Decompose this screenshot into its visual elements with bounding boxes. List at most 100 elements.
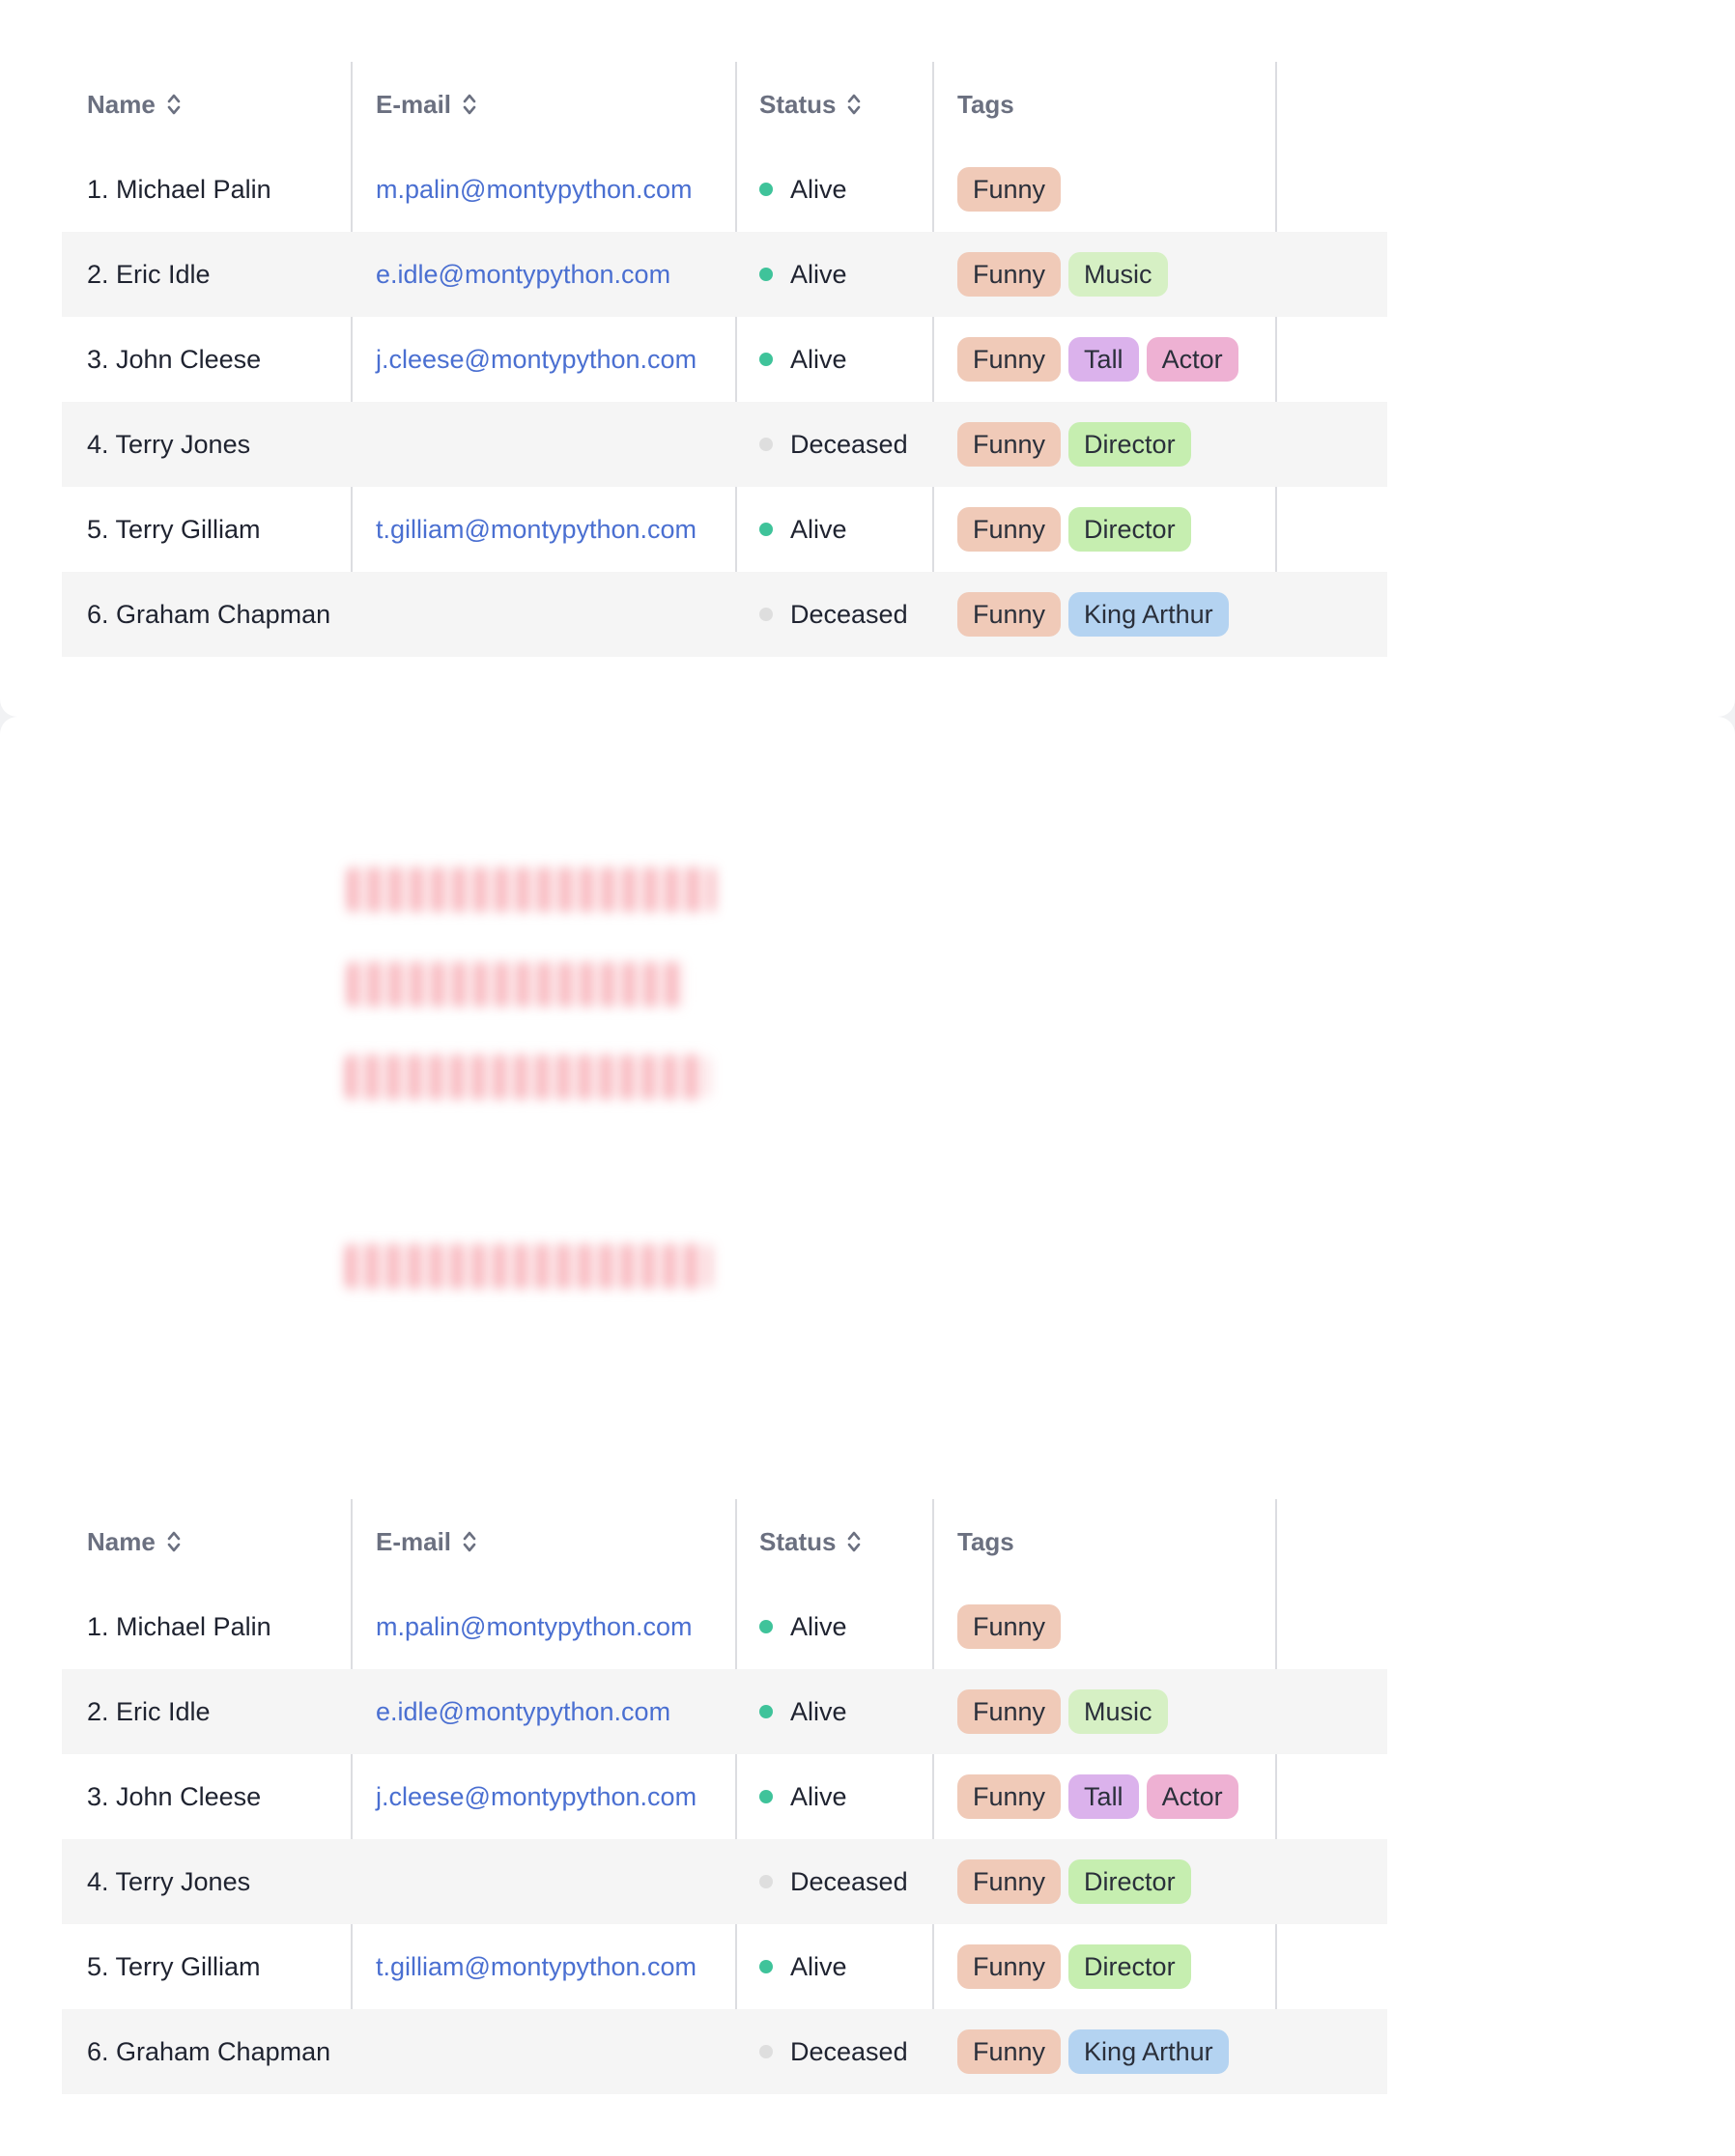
sort-updown-icon[interactable] [463,1530,476,1553]
tag-badge[interactable]: Music [1068,1689,1168,1734]
tag-badge[interactable]: Funny [957,1944,1062,1989]
column-header-status[interactable]: Status [759,62,861,147]
table-row[interactable]: 2. Eric Idle e.idle@montypython.com Alive F… [62,1669,1387,1754]
sort-updown-icon[interactable] [847,1530,861,1553]
tag-badge[interactable]: Funny [957,252,1062,297]
status-label: Alive [790,514,847,544]
tag-badge[interactable]: Tall [1068,1774,1139,1819]
column-header-status[interactable]: Status [759,1499,861,1584]
status-dot-icon [759,1960,773,1973]
person-name: 1. Michael Palin [87,1611,271,1641]
status-dot-icon [759,523,773,536]
table-row[interactable]: 4. Terry Jones Deceased Funny Director [62,1839,1387,1924]
tag-badge[interactable]: Funny [957,1774,1062,1819]
column-header-label: Name [87,89,156,119]
tag-badge[interactable]: Funny [957,592,1062,637]
status-cell: Deceased [759,2009,908,2094]
status-dot-icon [759,2045,773,2058]
table-row[interactable]: 1. Michael Palin m.palin@montypython.com A… [62,1584,1387,1669]
tags-cell: Funny Director [957,1839,1199,1924]
tag-badge[interactable]: Tall [1068,337,1139,382]
column-header-email[interactable]: E-mail [376,1499,476,1584]
person-name: 6. Graham Chapman [87,2036,331,2066]
tag-badge[interactable]: King Arthur [1068,2029,1229,2074]
column-header-label: E-mail [376,89,452,119]
sort-updown-icon[interactable] [167,1530,181,1553]
tags-cell: Funny Music [957,1669,1176,1754]
tags-cell: Funny King Arthur [957,2009,1237,2094]
table-row[interactable]: 6. Graham Chapman Deceased Funny King Arthu… [62,572,1387,657]
tag-badge[interactable]: Actor [1146,1774,1238,1819]
sort-updown-icon[interactable] [167,93,181,116]
tags-cell: Funny Director [957,402,1199,487]
sort-updown-icon[interactable] [847,93,861,116]
status-label: Alive [790,1781,847,1811]
table-row[interactable]: 5. Terry Gilliam t.gilliam@montypython.co… [62,487,1387,572]
status-label: Alive [790,344,847,374]
email-link[interactable]: m.palin@montypython.com [376,1584,693,1669]
email-link[interactable]: e.idle@montypython.com [376,232,670,317]
email-link[interactable]: j.cleese@montypython.com [376,1754,697,1839]
table-row[interactable]: 3. John Cleese j.cleese@montypython.com Al… [62,317,1387,402]
status-label: Deceased [790,2036,908,2066]
table-card-top: Name E-mail Status Tags 1. Michael Palin m.pa… [0,0,1735,717]
status-cell: Alive [759,487,847,572]
status-label: Deceased [790,599,908,629]
tags-cell: Funny Music [957,232,1176,317]
tags-cell: Funny Tall Actor [957,317,1246,402]
column-header-email[interactable]: E-mail [376,62,476,147]
status-cell: Deceased [759,1839,908,1924]
person-name: 6. Graham Chapman [87,599,331,629]
tag-badge[interactable]: Funny [957,337,1062,382]
tag-badge[interactable]: Actor [1146,337,1238,382]
sort-updown-icon[interactable] [463,93,476,116]
table-row[interactable]: 4. Terry Jones Deceased Funny Director [62,402,1387,487]
table-row[interactable]: 6. Graham Chapman Deceased Funny King Arthu… [62,2009,1387,2094]
tag-badge[interactable]: Funny [957,507,1062,552]
email-link[interactable]: t.gilliam@montypython.com [376,1924,697,2009]
status-label: Alive [790,1951,847,1981]
status-dot-icon [759,1705,773,1718]
table-row[interactable]: 1. Michael Palin m.palin@montypython.com A… [62,147,1387,232]
column-header-label: Status [759,89,837,119]
status-cell: Alive [759,317,847,402]
person-name: 5. Terry Gilliam [87,514,261,544]
person-name: 2. Eric Idle [87,259,211,289]
column-header-name[interactable]: Name [87,62,181,147]
column-header-label: Tags [957,1526,1014,1556]
tag-badge[interactable]: Music [1068,252,1168,297]
tag-badge[interactable]: Director [1068,1859,1191,1904]
column-header-label: Status [759,1526,837,1556]
tag-badge[interactable]: Funny [957,2029,1062,2074]
table-row[interactable]: 5. Terry Gilliam t.gilliam@montypython.co… [62,1924,1387,2009]
tag-badge[interactable]: Director [1068,1944,1191,1989]
status-dot-icon [759,268,773,281]
status-cell: Deceased [759,402,908,487]
blurred-email-1 [348,867,715,912]
table-card-bottom: Name E-mail Status Tags 1. Michael Palin m.pa… [0,717,1735,2156]
tags-cell: Funny [957,1584,1068,1669]
table-row[interactable]: 2. Eric Idle e.idle@montypython.com Alive F… [62,232,1387,317]
status-label: Alive [790,1696,847,1726]
people-table: Name E-mail Status Tags 1. Michael Palin m.pa… [62,1499,1387,2094]
email-link[interactable]: m.palin@montypython.com [376,147,693,232]
person-name: 4. Terry Jones [87,429,251,459]
email-link[interactable]: e.idle@montypython.com [376,1669,670,1754]
table-row[interactable]: 3. John Cleese j.cleese@montypython.com Al… [62,1754,1387,1839]
status-dot-icon [759,183,773,196]
tag-badge[interactable]: Funny [957,422,1062,467]
person-name: 5. Terry Gilliam [87,1951,261,1981]
tag-badge[interactable]: Director [1068,422,1191,467]
email-link[interactable]: t.gilliam@montypython.com [376,487,697,572]
tags-cell: Funny Tall Actor [957,1754,1246,1839]
email-link[interactable]: j.cleese@montypython.com [376,317,697,402]
tag-badge[interactable]: Funny [957,1604,1062,1649]
status-dot-icon [759,438,773,451]
tag-badge[interactable]: Funny [957,1859,1062,1904]
tag-badge[interactable]: King Arthur [1068,592,1229,637]
column-header-name[interactable]: Name [87,1499,181,1584]
tag-badge[interactable]: Funny [957,1689,1062,1734]
status-label: Alive [790,1611,847,1641]
tag-badge[interactable]: Director [1068,507,1191,552]
tag-badge[interactable]: Funny [957,167,1062,212]
